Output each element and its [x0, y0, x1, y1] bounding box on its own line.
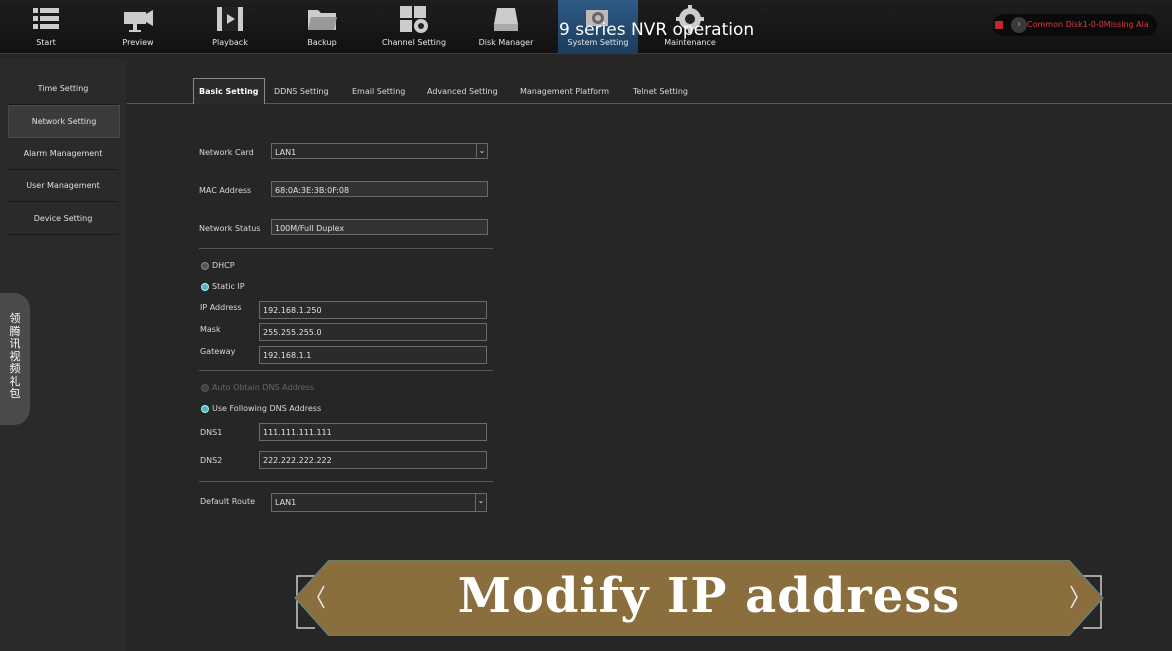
- network-card-label: Network Card: [199, 148, 254, 157]
- static-ip-radio[interactable]: [201, 283, 209, 291]
- nav-backup-label: Backup: [307, 38, 337, 47]
- auto-dns-radio[interactable]: [201, 384, 209, 392]
- alarm-arrow-icon[interactable]: ›: [1011, 17, 1027, 33]
- mac-address-label: MAC Address: [199, 186, 252, 195]
- dhcp-radio[interactable]: [201, 262, 209, 270]
- network-status-field: 100M/Full Duplex: [271, 219, 488, 235]
- nav-preview[interactable]: Preview: [93, 0, 183, 53]
- sidebar-item-user-management[interactable]: User Management: [8, 170, 118, 202]
- gateway-label: Gateway: [200, 347, 236, 356]
- manual-dns-radio[interactable]: [201, 405, 209, 413]
- nav-playback-label: Playback: [212, 38, 248, 47]
- manual-dns-label: Use Following DNS Address: [212, 404, 322, 413]
- default-route-value: LAN1: [275, 498, 297, 507]
- alarm-indicator-icon: [995, 21, 1003, 29]
- sidebar-item-network-setting[interactable]: Network Setting: [8, 105, 120, 138]
- auto-dns-label: Auto Obtain DNS Address: [212, 383, 314, 392]
- tab-ddns-setting[interactable]: DDNS Setting: [274, 81, 329, 103]
- folder-icon: [308, 10, 337, 30]
- banner-text: Modify IP address: [457, 568, 961, 624]
- camera-icon: [124, 10, 153, 32]
- promo-side-tab-label: 领 腾 讯 视 频 礼 包: [9, 312, 21, 400]
- network-card-select[interactable]: LAN1 ⌄: [271, 143, 488, 159]
- divider: [199, 481, 493, 482]
- default-route-label: Default Route: [200, 497, 255, 506]
- top-nav-bar: Start Preview Playback Backup Channel Se…: [0, 0, 1172, 54]
- tab-management-platform[interactable]: Management Platform: [520, 81, 609, 103]
- tab-advanced-setting[interactable]: Advanced Setting: [427, 81, 498, 103]
- settings-tabs: Basic Setting DDNS Setting Email Setting…: [127, 78, 1172, 104]
- static-ip-label: Static IP: [212, 282, 245, 291]
- tab-email-setting[interactable]: Email Setting: [352, 81, 405, 103]
- network-card-value: LAN1: [275, 148, 297, 157]
- chevron-down-icon[interactable]: ⌄: [476, 144, 487, 158]
- nav-start-label: Start: [36, 38, 56, 47]
- nav-backup[interactable]: Backup: [277, 0, 367, 53]
- dns2-input[interactable]: [259, 451, 487, 469]
- promo-side-tab[interactable]: 领 腾 讯 视 频 礼 包: [0, 293, 30, 425]
- ip-address-input[interactable]: [259, 301, 487, 319]
- mask-label: Mask: [200, 325, 221, 334]
- dns2-label: DNS2: [200, 456, 223, 465]
- nav-playback[interactable]: Playback: [185, 0, 275, 53]
- divider: [199, 248, 493, 249]
- default-route-select[interactable]: LAN1 ⌄: [271, 493, 487, 512]
- ip-address-label: IP Address: [200, 303, 242, 312]
- sidebar-item-time-setting[interactable]: Time Setting: [8, 73, 118, 105]
- film-icon: [217, 7, 243, 31]
- tab-basic-setting[interactable]: Basic Setting: [193, 78, 265, 104]
- nav-disk-manager-label: Disk Manager: [478, 38, 534, 47]
- nav-disk-manager[interactable]: Disk Manager: [461, 0, 551, 53]
- divider: [199, 370, 493, 371]
- tab-telnet-setting[interactable]: Telnet Setting: [633, 81, 688, 103]
- alarm-text: Common Disk1-0-0Missing Ala: [1027, 20, 1149, 29]
- caption-banner: Modify IP address: [293, 559, 1105, 637]
- list-icon: [33, 8, 59, 29]
- mac-address-field: 68:0A:3E:3B:0F:08: [271, 181, 488, 197]
- dhcp-label: DHCP: [212, 261, 235, 270]
- mask-input[interactable]: [259, 323, 487, 341]
- disk-icon: [494, 8, 518, 31]
- sidebar-item-alarm-management[interactable]: Alarm Management: [8, 138, 118, 170]
- chevron-down-icon[interactable]: ⌄: [475, 494, 486, 511]
- alarm-ticker[interactable]: › Common Disk1-0-0Missing Ala: [993, 14, 1157, 36]
- nav-preview-label: Preview: [122, 38, 154, 47]
- video-overlay-title: 9 series NVR operation: [559, 20, 755, 40]
- nav-start[interactable]: Start: [1, 0, 91, 53]
- nav-channel-setting[interactable]: Channel Setting: [369, 0, 459, 53]
- nav-channel-setting-label: Channel Setting: [381, 38, 447, 47]
- channel-gear-icon: [400, 6, 428, 33]
- sidebar-item-device-setting[interactable]: Device Setting: [8, 203, 118, 235]
- dns1-label: DNS1: [200, 428, 223, 437]
- gateway-input[interactable]: [259, 346, 487, 364]
- dns1-input[interactable]: [259, 423, 487, 441]
- network-status-label: Network Status: [199, 224, 261, 233]
